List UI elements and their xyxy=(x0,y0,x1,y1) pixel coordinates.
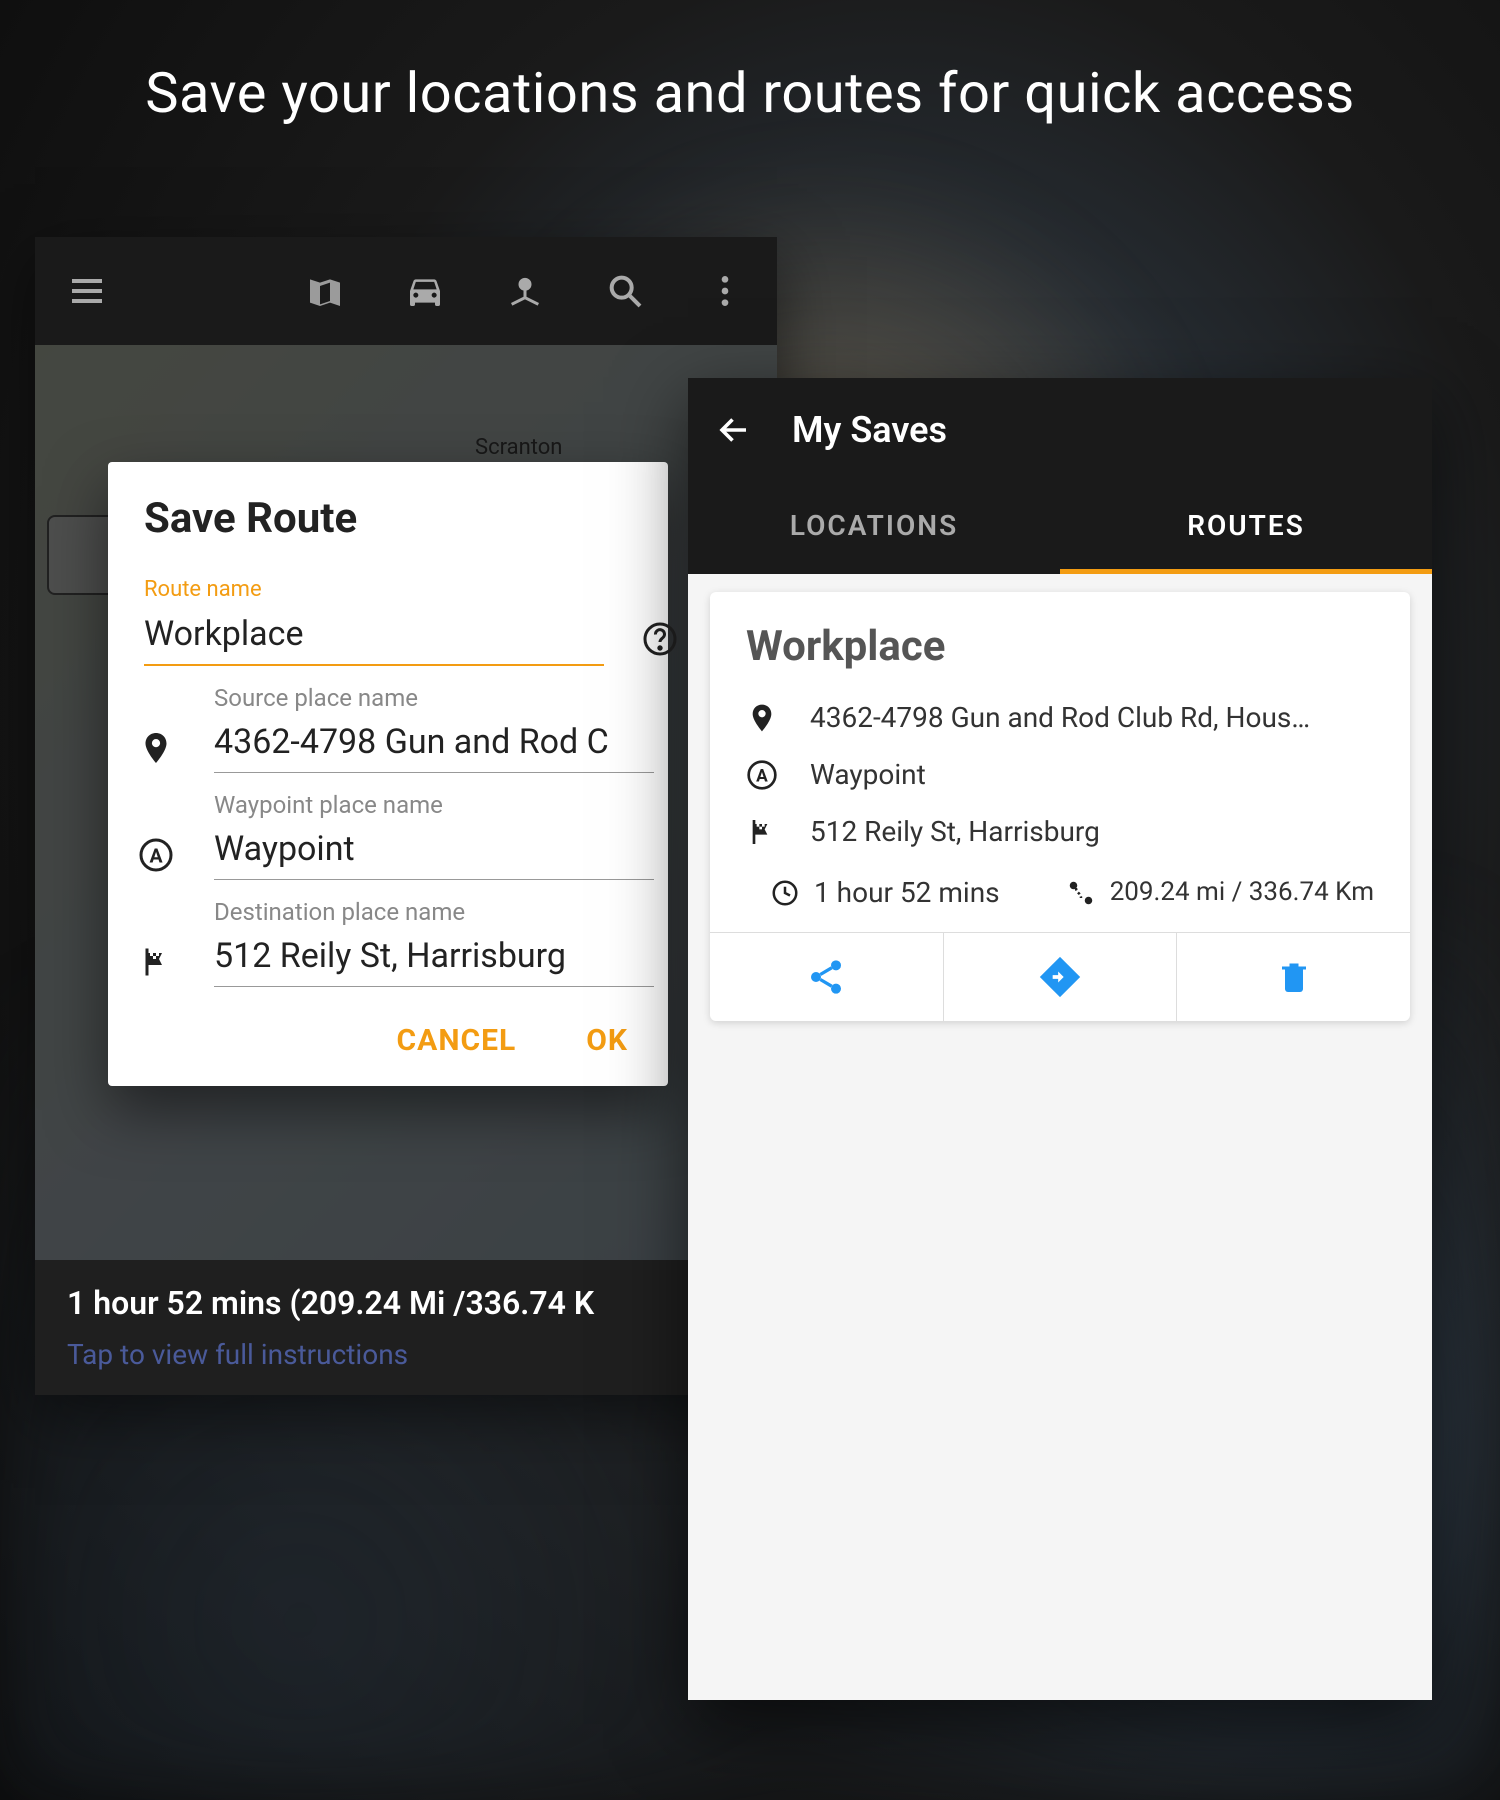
route-card-title: Workplace xyxy=(710,592,1410,689)
route-waypoint-text: Waypoint xyxy=(810,758,926,791)
waypoint-a-icon: A xyxy=(746,759,778,791)
share-icon xyxy=(806,957,846,997)
route-name-input[interactable] xyxy=(144,608,604,666)
directions-icon xyxy=(1038,955,1082,999)
help-icon[interactable] xyxy=(642,621,678,657)
back-arrow-icon[interactable] xyxy=(716,412,752,448)
navigate-button[interactable] xyxy=(944,933,1178,1021)
waypoint-a-icon: A xyxy=(138,837,174,873)
tab-routes[interactable]: ROUTES xyxy=(1060,481,1432,574)
appbar: My Saves xyxy=(688,378,1432,481)
ok-button[interactable]: OK xyxy=(586,1023,628,1058)
trash-icon xyxy=(1276,959,1312,995)
pin-icon xyxy=(746,702,778,734)
tabs: LOCATIONS ROUTES xyxy=(688,481,1432,574)
dialog-title: Save Route xyxy=(108,494,668,567)
waypoint-name-label: Waypoint place name xyxy=(214,791,668,819)
view-instructions-link[interactable]: Tap to view full instructions xyxy=(67,1338,745,1371)
destination-name-input[interactable]: 512 Reily St, Harrisburg xyxy=(214,930,654,987)
route-distance-icon xyxy=(1066,878,1096,908)
toolbar xyxy=(35,237,777,345)
flag-icon xyxy=(138,944,174,980)
clock-icon xyxy=(770,878,800,908)
route-card: Workplace 4362-4798 Gun and Rod Club Rd,… xyxy=(710,592,1410,1021)
phone-screen-right: My Saves LOCATIONS ROUTES Workplace 4362… xyxy=(688,378,1432,1700)
svg-text:A: A xyxy=(756,766,768,786)
pin-map-icon[interactable] xyxy=(503,269,547,313)
route-duration: 1 hour 52 mins xyxy=(814,876,1000,909)
promo-headline: Save your locations and routes for quick… xyxy=(0,60,1500,126)
route-distance: 209.24 mi / 336.74 Km xyxy=(1110,876,1374,910)
waypoint-name-input[interactable]: Waypoint xyxy=(214,823,654,880)
tab-locations[interactable]: LOCATIONS xyxy=(688,481,1060,574)
source-name-input[interactable]: 4362-4798 Gun and Rod C xyxy=(214,716,654,773)
route-source-text: 4362-4798 Gun and Rod Club Rd, Hous… xyxy=(810,701,1310,734)
route-name-label: Route name xyxy=(144,577,668,602)
save-route-dialog: Save Route Route name Source place name … xyxy=(108,462,668,1086)
svg-text:A: A xyxy=(149,845,163,868)
car-icon[interactable] xyxy=(403,269,447,313)
destination-name-label: Destination place name xyxy=(214,898,668,926)
page-title: My Saves xyxy=(792,409,947,451)
flag-icon xyxy=(746,816,778,848)
delete-button[interactable] xyxy=(1177,933,1410,1021)
map-icon[interactable] xyxy=(303,269,347,313)
route-destination-text: 512 Reily St, Harrisburg xyxy=(810,815,1100,848)
pin-icon xyxy=(138,730,174,766)
cancel-button[interactable]: CANCEL xyxy=(397,1023,517,1058)
route-summary-text: 1 hour 52 mins (209.24 Mi /336.74 K xyxy=(67,1284,745,1322)
more-vertical-icon[interactable] xyxy=(703,269,747,313)
share-button[interactable] xyxy=(710,933,944,1021)
menu-icon[interactable] xyxy=(65,269,109,313)
search-icon[interactable] xyxy=(603,269,647,313)
source-name-label: Source place name xyxy=(214,684,668,712)
route-summary-bar[interactable]: 1 hour 52 mins (209.24 Mi /336.74 K Tap … xyxy=(35,1260,777,1395)
